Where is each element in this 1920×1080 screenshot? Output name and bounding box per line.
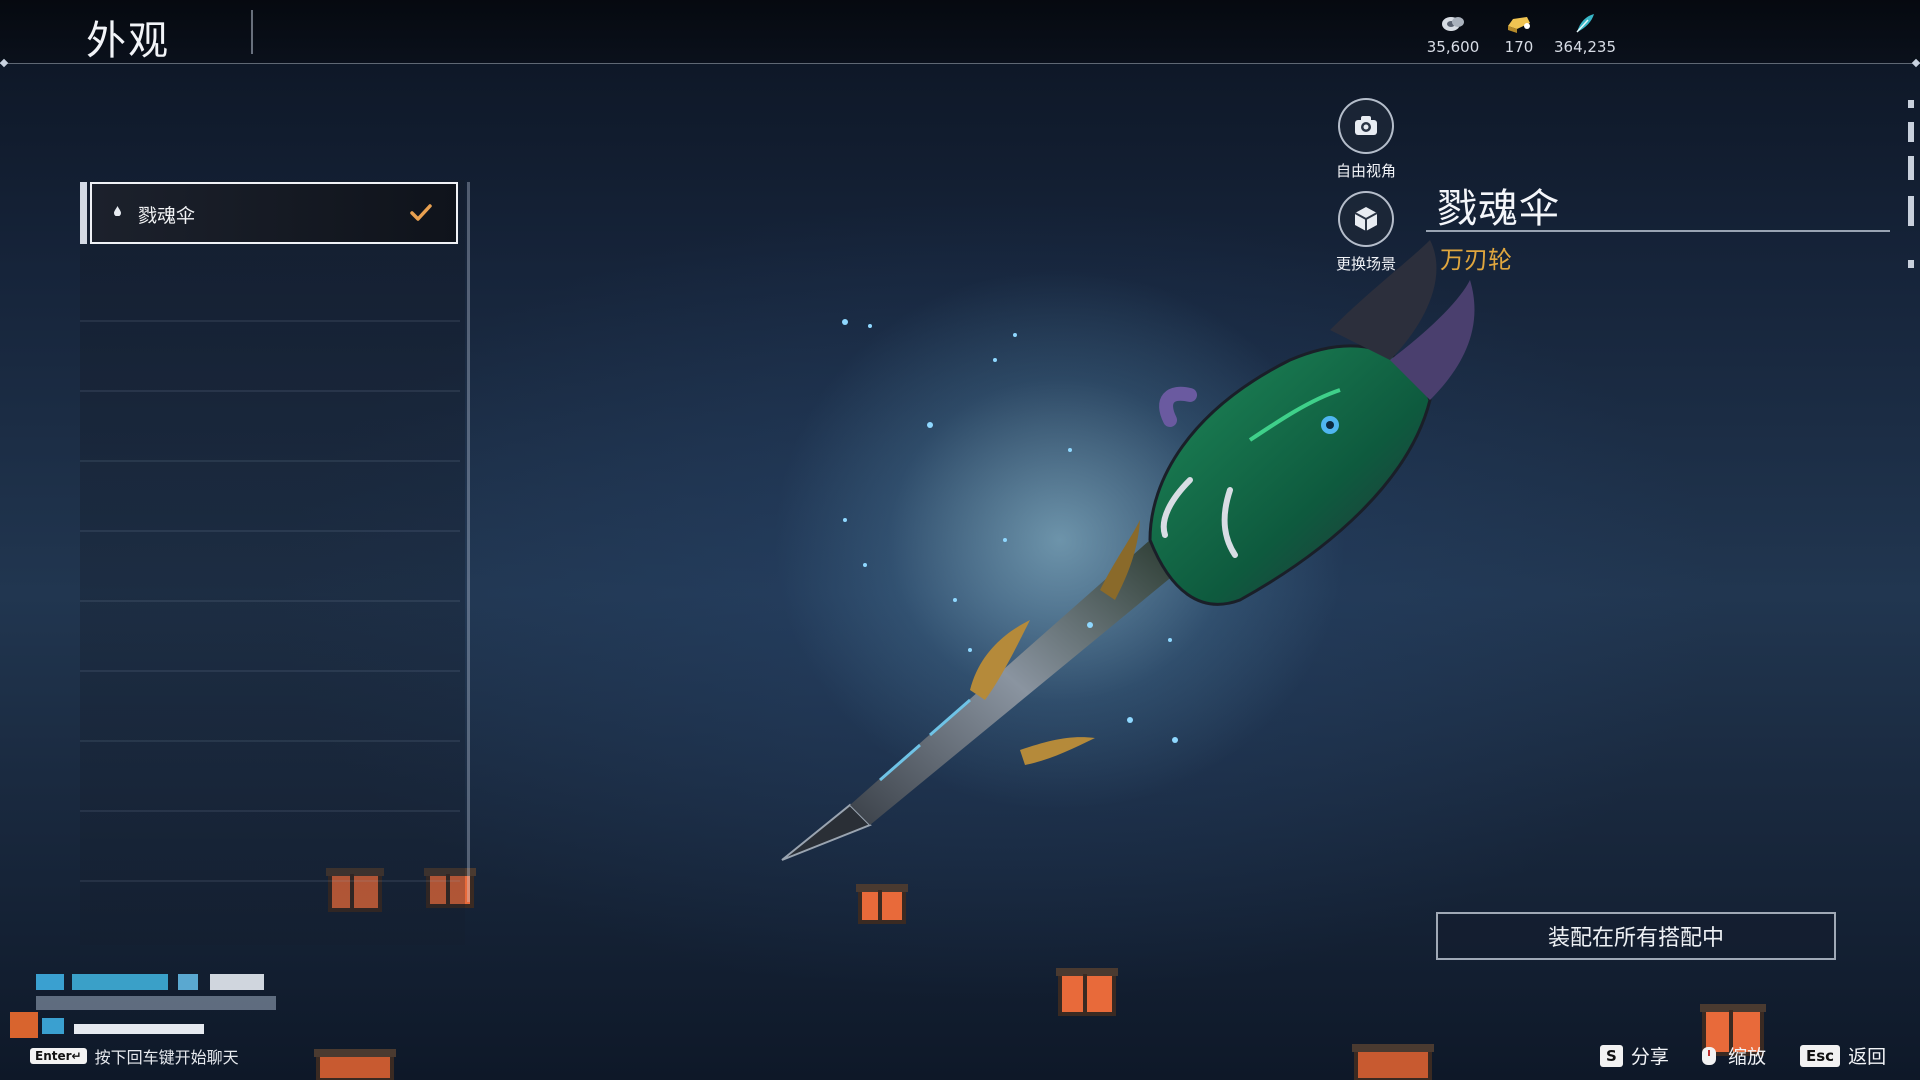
list-slot-divider bbox=[80, 880, 460, 882]
title-divider bbox=[251, 10, 253, 54]
back-label: 返回 bbox=[1848, 1046, 1887, 1068]
page-title: 外观 bbox=[86, 18, 170, 64]
share-hint[interactable]: S 分享 bbox=[1600, 1042, 1669, 1069]
silver-coins-icon bbox=[1442, 17, 1464, 31]
camera-icon bbox=[1338, 98, 1394, 154]
redacted-chat-block bbox=[36, 974, 64, 990]
scroll-segment bbox=[1908, 156, 1914, 180]
redacted-chat-block bbox=[74, 1024, 204, 1034]
back-hint[interactable]: Esc 返回 bbox=[1800, 1042, 1886, 1069]
item-title: 戮魂伞 bbox=[1437, 186, 1560, 232]
list-item-name: 戮魂伞 bbox=[138, 205, 196, 227]
appearance-list-panel bbox=[80, 180, 465, 945]
list-slot-divider bbox=[80, 390, 460, 392]
weapon-model[interactable] bbox=[770, 220, 1630, 880]
currency-jade: 364,235 bbox=[1545, 12, 1625, 56]
chat-hint-text: 按下回车键开始聊天 bbox=[94, 1048, 239, 1067]
equip-all-outfits-button[interactable]: 装配在所有搭配中 bbox=[1436, 912, 1836, 960]
free-view-button[interactable]: 自由视角 bbox=[1311, 98, 1421, 181]
list-item-selected[interactable]: 戮魂伞 bbox=[90, 182, 458, 244]
list-slot-divider bbox=[80, 600, 460, 602]
lantern-decoration bbox=[1056, 968, 1118, 1016]
free-view-label: 自由视角 bbox=[1335, 162, 1396, 180]
list-slot-divider bbox=[80, 810, 460, 812]
gold-ingot-icon bbox=[1508, 17, 1530, 33]
chat-hint: Enter↵ 按下回车键开始聊天 bbox=[30, 1044, 239, 1068]
lantern-decoration bbox=[1352, 1044, 1434, 1080]
share-label: 分享 bbox=[1630, 1046, 1669, 1068]
redacted-chat-block bbox=[72, 974, 168, 990]
right-scroll-indicator bbox=[1908, 100, 1914, 280]
redacted-chat-block bbox=[42, 1018, 64, 1034]
list-slot-divider bbox=[80, 740, 460, 742]
checkmark-icon bbox=[410, 204, 432, 221]
selected-item-accent bbox=[80, 182, 87, 244]
lantern-decoration bbox=[856, 884, 908, 924]
top-bar bbox=[0, 0, 1920, 64]
cube-icon bbox=[1338, 191, 1394, 247]
change-scene-button[interactable]: 更换场景 bbox=[1311, 191, 1421, 274]
list-scrollbar[interactable] bbox=[467, 182, 470, 902]
top-divider-line bbox=[0, 63, 1920, 64]
lantern-decoration bbox=[314, 1049, 396, 1080]
jade-feather-icon bbox=[1576, 14, 1594, 33]
zoom-label: 缩放 bbox=[1728, 1046, 1767, 1068]
redacted-chat-block bbox=[10, 1012, 38, 1038]
scroll-segment bbox=[1908, 196, 1914, 226]
s-key-icon: S bbox=[1600, 1044, 1623, 1067]
redacted-chat-block bbox=[178, 974, 198, 990]
redacted-chat-block bbox=[36, 996, 276, 1010]
zoom-hint[interactable]: 缩放 bbox=[1698, 1042, 1766, 1069]
list-slot-divider bbox=[80, 460, 460, 462]
enter-key-icon: Enter↵ bbox=[30, 1048, 87, 1064]
list-slot-divider bbox=[80, 320, 460, 322]
title-underline bbox=[1426, 230, 1890, 232]
droplet-icon bbox=[114, 206, 121, 216]
change-scene-label: 更换场景 bbox=[1335, 255, 1396, 273]
scroll-segment bbox=[1908, 260, 1914, 268]
list-slot-divider bbox=[80, 670, 460, 672]
currency-jade-value: 364,235 bbox=[1553, 38, 1617, 56]
scroll-segment bbox=[1908, 100, 1914, 108]
item-category: 万刃轮 bbox=[1440, 246, 1512, 274]
list-slot-divider bbox=[80, 530, 460, 532]
scroll-segment bbox=[1908, 122, 1914, 142]
mouse-scroll-icon bbox=[1702, 1046, 1716, 1065]
esc-key-icon: Esc bbox=[1800, 1044, 1841, 1067]
redacted-chat-block bbox=[210, 974, 264, 990]
